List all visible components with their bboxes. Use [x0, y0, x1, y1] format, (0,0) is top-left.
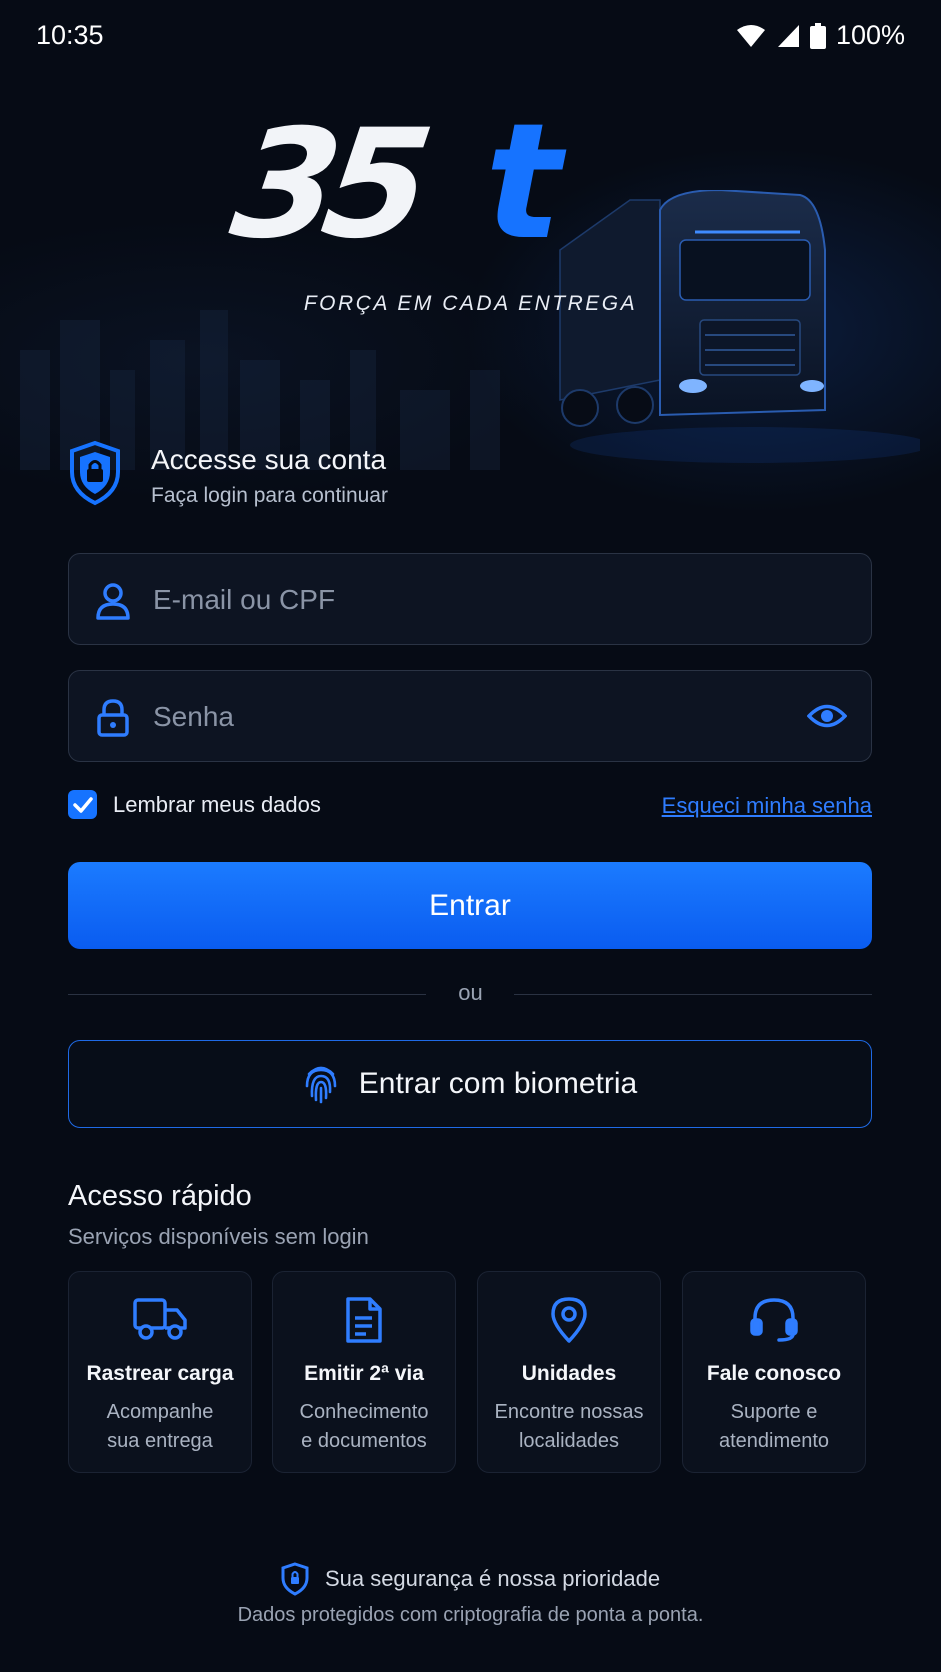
battery-level: 100% — [835, 20, 905, 50]
card-desc-line: Conhecimento — [299, 1401, 429, 1423]
remember-checkbox[interactable] — [68, 790, 97, 819]
quick-access-subtitle: Serviços disponíveis sem login — [68, 1224, 369, 1249]
card-title: Emitir 2ª via — [304, 1362, 424, 1385]
card-description: Suporte e atendimento — [693, 1398, 855, 1456]
quick-card-contact[interactable]: Fale conosco Suporte e atendimento — [682, 1271, 866, 1473]
card-desc-line: Suporte e — [730, 1401, 818, 1423]
remember-label: Lembrar meus dados — [113, 791, 321, 817]
status-time: 10:35 — [36, 20, 104, 50]
password-field[interactable] — [68, 670, 872, 762]
security-title: Sua segurança é nossa prioridade — [324, 1566, 661, 1591]
card-title: Unidades — [521, 1362, 617, 1385]
wifi-icon — [736, 24, 765, 47]
quick-card-track[interactable]: Rastrear carga Acompanhe sua entrega — [68, 1271, 252, 1473]
card-description: Encontre nossas localidades — [488, 1398, 650, 1456]
signal-icon — [777, 24, 799, 47]
eye-icon[interactable] — [807, 701, 847, 731]
document-icon — [346, 1297, 382, 1343]
security-text: Dados protegidos com criptografia de pon… — [237, 1604, 704, 1626]
remember-me[interactable]: Lembrar meus dados — [68, 790, 321, 819]
card-title: Fale conosco — [706, 1362, 842, 1385]
shield-lock-icon — [70, 440, 120, 506]
security-notice: Sua segurança é nossa prioridade — [0, 1562, 941, 1596]
email-input[interactable] — [151, 576, 755, 624]
quick-card-units[interactable]: Unidades Encontre nossas localidades — [477, 1271, 661, 1473]
or-separator: ou — [458, 980, 483, 1005]
card-desc-line: e documentos — [301, 1430, 427, 1452]
lock-icon — [97, 699, 129, 737]
brand-tagline: FORÇA EM CADA ENTREGA — [303, 292, 638, 315]
card-desc-line: atendimento — [718, 1430, 830, 1452]
brand-logo: 35 t — [223, 98, 595, 272]
logo-letter: t — [485, 88, 562, 275]
forgot-password-link[interactable]: Esqueci minha senha — [662, 793, 872, 819]
truck-icon — [133, 1298, 187, 1340]
status-bar: 10:35 100% — [0, 0, 941, 70]
card-desc-line: Acompanhe — [106, 1401, 214, 1423]
location-pin-icon — [551, 1297, 587, 1343]
check-icon — [72, 796, 93, 813]
battery-icon — [809, 22, 826, 49]
quick-card-document[interactable]: Emitir 2ª via Conhecimento e documentos — [272, 1271, 456, 1473]
email-field[interactable] — [68, 553, 872, 645]
quick-access-title: Acesso rápido — [68, 1180, 252, 1212]
fingerprint-icon — [305, 1066, 337, 1104]
card-title: Rastrear carga — [86, 1362, 234, 1385]
headset-icon — [750, 1298, 798, 1342]
biometric-login-button[interactable]: Entrar com biometria — [68, 1040, 872, 1128]
shield-icon — [281, 1562, 309, 1596]
login-subtitle: Faça login para continuar — [151, 484, 388, 507]
password-input[interactable] — [151, 693, 755, 741]
card-desc-line: Encontre nossas — [494, 1401, 644, 1423]
card-desc-line: sua entrega — [107, 1430, 213, 1452]
card-description: Acompanhe sua entrega — [79, 1398, 241, 1456]
divider-right — [514, 994, 872, 995]
card-description: Conhecimento e documentos — [283, 1398, 445, 1456]
logo-number: 35 — [222, 98, 428, 272]
card-desc-line: localidades — [518, 1430, 620, 1452]
login-button[interactable]: Entrar — [68, 862, 872, 949]
login-title: Accesse sua conta — [151, 444, 387, 475]
biometric-label: Entrar com biometria — [358, 1067, 638, 1100]
user-icon — [96, 583, 130, 620]
